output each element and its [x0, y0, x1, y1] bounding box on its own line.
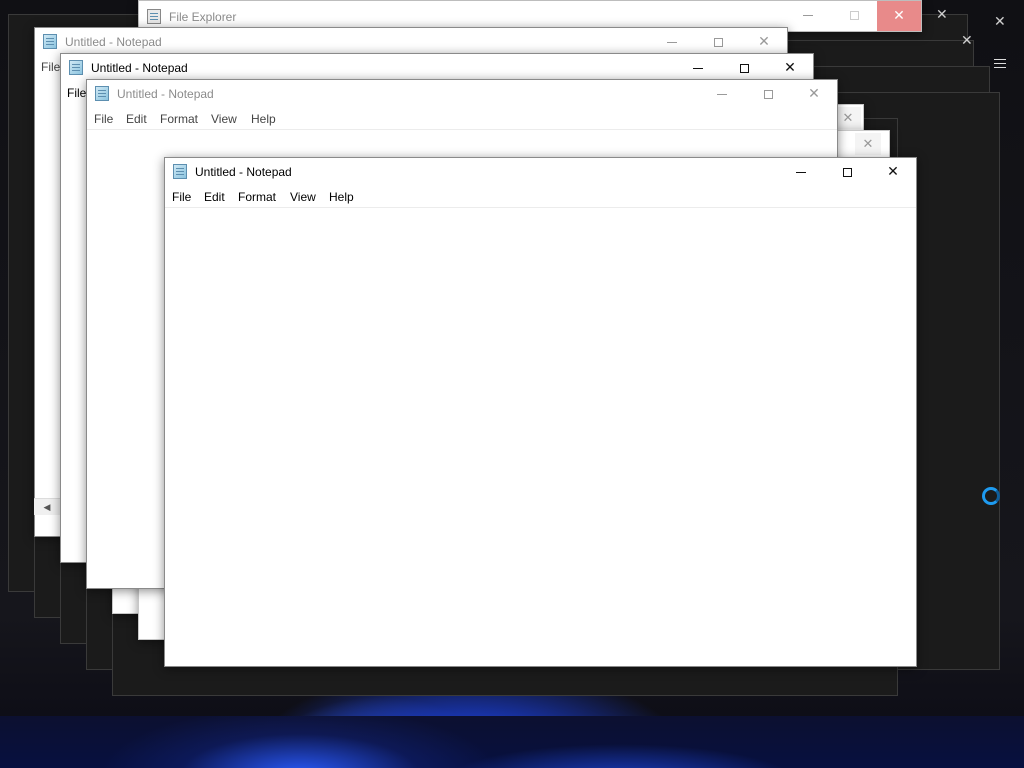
menu-file[interactable]: File — [41, 60, 60, 74]
title-bar[interactable]: Untitled - Notepad ✕ — [87, 80, 837, 108]
menu-bar: File Edit Format View Help — [165, 186, 916, 208]
window-title: Untitled - Notepad — [91, 61, 188, 75]
close-button[interactable]: ✕ — [835, 107, 861, 129]
menu-help[interactable]: Help — [251, 112, 276, 126]
close-icon[interactable]: ✕ — [994, 14, 1006, 30]
close-icon: ✕ — [808, 86, 820, 102]
close-button[interactable]: ✕ — [870, 158, 916, 186]
minimize-icon — [796, 171, 806, 173]
maximize-icon — [739, 63, 749, 73]
menu-icon[interactable] — [994, 59, 1006, 68]
close-icon[interactable]: ✕ — [936, 7, 948, 23]
menu-edit[interactable]: Edit — [204, 190, 225, 204]
close-icon: ✕ — [887, 164, 899, 180]
maximize-button[interactable] — [695, 28, 741, 56]
close-button[interactable]: ✕ — [741, 28, 787, 56]
maximize-icon — [842, 167, 852, 177]
window-title: Untitled - Notepad — [117, 87, 214, 101]
minimize-button[interactable] — [699, 80, 745, 108]
maximize-button[interactable] — [824, 158, 870, 186]
notepad-icon — [43, 34, 57, 49]
busy-cursor-icon — [982, 487, 1000, 505]
minimize-button[interactable] — [785, 1, 831, 29]
notepad-icon — [95, 86, 109, 101]
menu-format[interactable]: Format — [238, 190, 276, 204]
maximize-icon — [763, 89, 773, 99]
scroll-left-arrow[interactable]: ◀ — [34, 498, 60, 515]
title-bar[interactable]: Untitled - Notepad ✕ — [165, 158, 916, 186]
menu-file[interactable]: File — [67, 86, 86, 100]
title-bar[interactable]: File Explorer ✕ — [139, 1, 921, 31]
menu-help[interactable]: Help — [329, 190, 354, 204]
close-icon: ✕ — [862, 136, 874, 152]
close-button[interactable]: ✕ — [855, 133, 881, 155]
maximize-button[interactable] — [831, 1, 877, 29]
close-button[interactable]: ✕ — [877, 1, 921, 31]
minimize-button[interactable] — [649, 28, 695, 56]
title-bar[interactable]: Untitled - Notepad ✕ — [35, 28, 787, 56]
menu-file[interactable]: File — [172, 190, 191, 204]
close-icon[interactable]: ✕ — [961, 33, 973, 49]
notepad-window-active[interactable]: Untitled - Notepad ✕ File Edit Format Vi… — [164, 157, 917, 667]
window-title: Untitled - Notepad — [65, 35, 162, 49]
maximize-icon — [849, 10, 859, 20]
text-editor[interactable] — [165, 208, 916, 666]
minimize-button[interactable] — [675, 54, 721, 82]
notepad-icon — [69, 60, 83, 75]
folder-icon — [147, 9, 161, 24]
maximize-button[interactable] — [745, 80, 791, 108]
menu-bar: File Edit Format View Help — [87, 108, 837, 130]
menu-edit[interactable]: Edit — [126, 112, 147, 126]
close-icon: ✕ — [893, 8, 905, 24]
maximize-icon — [713, 37, 723, 47]
maximize-button[interactable] — [721, 54, 767, 82]
close-button[interactable]: ✕ — [767, 54, 813, 82]
minimize-icon — [803, 14, 813, 16]
menu-view[interactable]: View — [211, 112, 237, 126]
close-icon: ✕ — [758, 34, 770, 50]
minimize-icon — [693, 67, 703, 69]
menu-view[interactable]: View — [290, 190, 316, 204]
window-title: Untitled - Notepad — [195, 165, 292, 179]
window-title: File Explorer — [169, 10, 237, 24]
title-bar[interactable]: Untitled - Notepad ✕ — [61, 54, 813, 82]
menu-file[interactable]: File — [94, 112, 113, 126]
close-button[interactable]: ✕ — [791, 80, 837, 108]
minimize-icon — [667, 41, 677, 43]
wallpaper-bloom — [0, 716, 1024, 768]
close-icon: ✕ — [784, 60, 796, 76]
notepad-icon — [173, 164, 187, 179]
minimize-icon — [717, 93, 727, 95]
minimize-button[interactable] — [778, 158, 824, 186]
close-icon: ✕ — [842, 110, 854, 126]
menu-format[interactable]: Format — [160, 112, 198, 126]
